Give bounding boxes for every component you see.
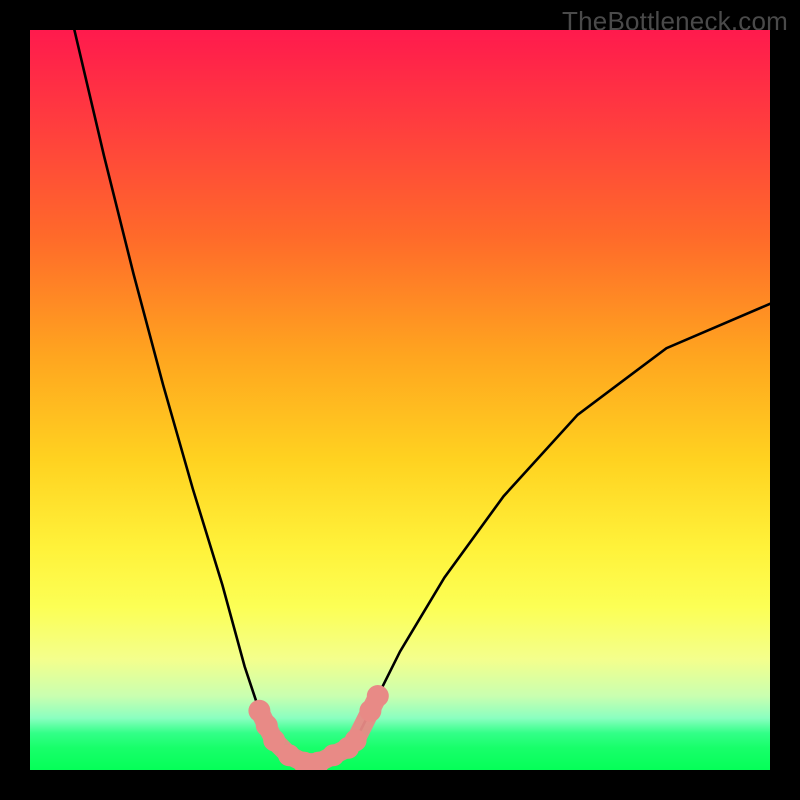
curve-svg <box>30 30 770 770</box>
highlight-dot <box>345 729 367 751</box>
bottleneck-curve <box>74 30 770 763</box>
plot-area <box>30 30 770 770</box>
highlight-dot <box>367 685 389 707</box>
chart-frame: TheBottleneck.com <box>0 0 800 800</box>
